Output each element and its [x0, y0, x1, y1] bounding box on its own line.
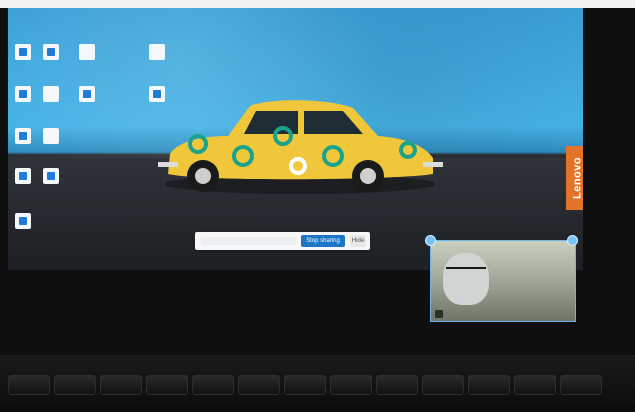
- desktop-icon[interactable]: [12, 86, 34, 110]
- keyboard-key[interactable]: [284, 375, 326, 395]
- lenovo-brand-label: Lenovo: [566, 146, 583, 210]
- desktop-icon-label: [35, 146, 67, 151]
- desktop-icon[interactable]: [76, 86, 98, 110]
- keyboard-key[interactable]: [192, 375, 234, 395]
- wallpaper-car-image: [158, 100, 443, 194]
- participant-name-label: [435, 310, 443, 318]
- desktop-icon[interactable]: [76, 44, 98, 68]
- keyboard-key[interactable]: [422, 375, 464, 395]
- participant-video: [443, 253, 489, 305]
- desktop-icon-label: [141, 62, 173, 67]
- desktop-icon[interactable]: [40, 86, 62, 110]
- keyboard-key[interactable]: [146, 375, 188, 395]
- desktop-icon-label: [35, 186, 67, 191]
- keyboard-key[interactable]: [560, 375, 602, 395]
- keyboard-key[interactable]: [468, 375, 510, 395]
- screen-share-bar: Stop sharing Hide: [195, 232, 370, 250]
- resize-handle-left[interactable]: [425, 235, 436, 246]
- laptop-screen: Lenovo: [8, 8, 583, 270]
- desktop-icon-label: [35, 62, 67, 67]
- resize-handle-right[interactable]: [567, 235, 578, 246]
- hide-button[interactable]: Hide: [350, 235, 366, 247]
- desktop-icon[interactable]: [40, 168, 62, 192]
- desktop-icon[interactable]: [40, 128, 62, 152]
- keyboard-key[interactable]: [376, 375, 418, 395]
- desktop-icon-label: [8, 231, 39, 236]
- stop-sharing-button[interactable]: Stop sharing: [301, 235, 345, 247]
- share-status-text: [201, 237, 296, 245]
- desktop-icon[interactable]: [12, 168, 34, 192]
- keyboard-key[interactable]: [100, 375, 142, 395]
- desktop-icon[interactable]: [12, 128, 34, 152]
- keyboard-key[interactable]: [514, 375, 556, 395]
- desktop-icon[interactable]: [12, 44, 34, 68]
- laptop-keyboard: [0, 355, 635, 412]
- participant-glasses: [446, 267, 486, 277]
- desktop-icon-label: [71, 62, 103, 67]
- keyboard-key[interactable]: [238, 375, 280, 395]
- keyboard-key[interactable]: [330, 375, 372, 395]
- keyboard-key[interactable]: [54, 375, 96, 395]
- desktop-icon-label: [71, 104, 103, 109]
- desktop-icon[interactable]: [146, 44, 168, 68]
- desktop-icon[interactable]: [12, 213, 34, 237]
- desktop-icon[interactable]: [40, 44, 62, 68]
- video-call-tile[interactable]: [430, 240, 576, 322]
- desktop-icon-label: [35, 104, 67, 109]
- keyboard-key[interactable]: [8, 375, 50, 395]
